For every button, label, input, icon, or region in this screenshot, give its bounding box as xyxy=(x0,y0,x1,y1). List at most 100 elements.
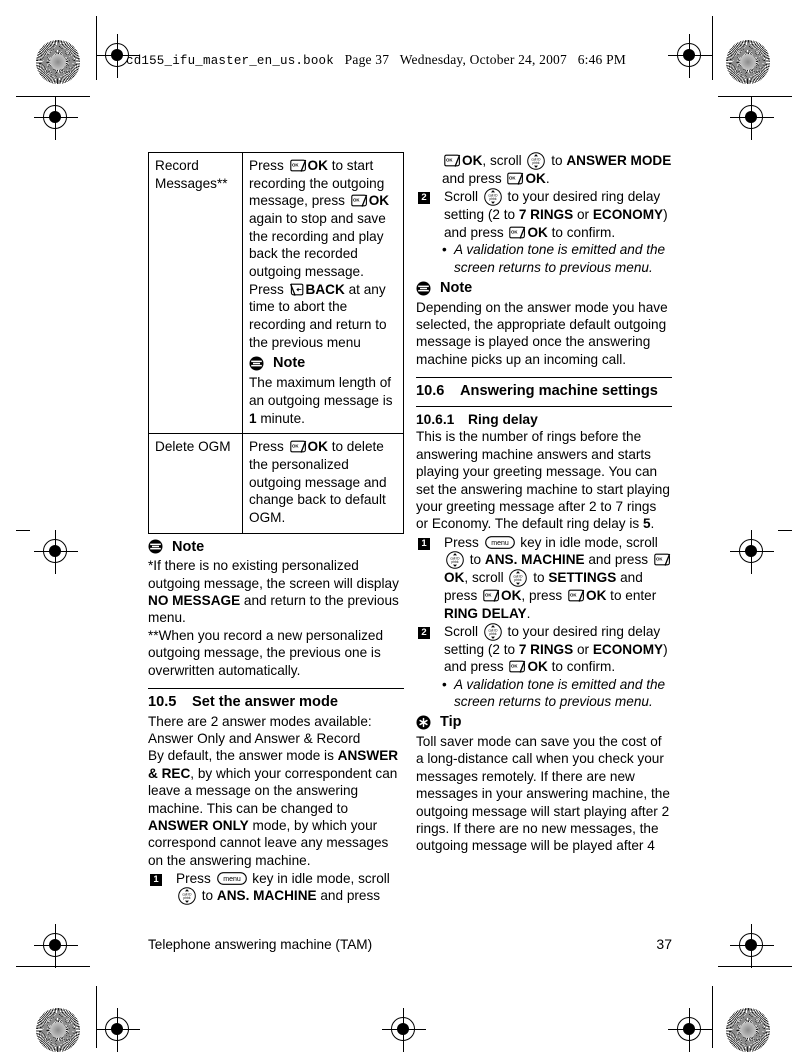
svg-text:OK: OK xyxy=(570,593,577,598)
note-value: 1 xyxy=(249,410,257,426)
bullet-marker: • xyxy=(442,676,447,692)
left-column: Record Messages** Press OK OK to start re… xyxy=(148,151,404,906)
back-soft-key-icon xyxy=(289,283,305,297)
step-text: to confirm. xyxy=(547,224,616,240)
tip-body: Toll saver mode can save you the cost of… xyxy=(416,734,670,854)
step-body: Scroll call ID phbk to your desired ring … xyxy=(444,188,672,241)
step-text: and press xyxy=(442,171,506,186)
display-value: ANS. MACHINE xyxy=(484,552,585,568)
bullet-marker: • xyxy=(442,242,447,258)
note-heading: Note xyxy=(148,538,404,557)
display-value: NO MESSAGE xyxy=(148,592,241,608)
ok-soft-key-icon: OK xyxy=(350,194,368,208)
bullet-text: A validation tone is emitted and the scr… xyxy=(454,676,666,710)
procedure-table: Record Messages** Press OK OK to start re… xyxy=(148,151,404,534)
ok-soft-key-icon: OK xyxy=(483,589,500,603)
body-text: . xyxy=(650,516,655,532)
display-value: 7 RINGS xyxy=(518,207,574,223)
svg-text:phbk: phbk xyxy=(489,198,497,202)
bullet-text: A validation tone is emitted and the scr… xyxy=(454,242,666,275)
note-text: The maximum length of an outgoing messag… xyxy=(249,375,393,408)
ok-label: OK xyxy=(307,158,328,173)
step-body: Press menu key in idle mode, scroll call… xyxy=(444,534,672,622)
default-value: 5 xyxy=(642,516,651,532)
svg-text:OK: OK xyxy=(511,664,518,669)
subsection-number: 10.6.1 xyxy=(416,411,455,427)
step-text: and press xyxy=(584,552,652,568)
subsection-heading-10-6-1: 10.6.1 Ring delay xyxy=(416,411,672,429)
svg-text:menu: menu xyxy=(223,876,241,883)
svg-text:OK: OK xyxy=(485,593,492,598)
ok-soft-key-icon: OK xyxy=(568,589,585,603)
note-heading: Note xyxy=(416,279,672,298)
step-body: Scroll call ID phbk to your desired ring … xyxy=(444,623,672,676)
step-text: and press xyxy=(316,888,381,904)
step-text: to xyxy=(198,888,217,904)
ok-soft-key-icon: OK xyxy=(289,440,307,454)
step-number: 2 xyxy=(418,192,430,205)
svg-text:OK: OK xyxy=(292,162,299,167)
scroll-navigation-key-icon: call ID phbk xyxy=(527,152,546,170)
step-text: Scroll xyxy=(444,189,482,205)
ok-label: OK xyxy=(462,153,483,168)
footer-page-number: 37 xyxy=(656,936,672,952)
svg-text:OK: OK xyxy=(511,229,518,234)
tip-icon xyxy=(416,715,431,730)
step-text: , press xyxy=(521,588,566,604)
section-heading-10-6: 10.6 Answering machine settings xyxy=(416,382,672,401)
footnote-double-asterisk: **When you record a new personalized out… xyxy=(148,627,384,678)
ok-label: OK xyxy=(368,193,390,209)
section-number: 10.6 xyxy=(416,383,445,400)
svg-text:menu: menu xyxy=(491,540,509,547)
ok-label: OK xyxy=(501,588,522,604)
note-icon xyxy=(249,356,264,371)
ok-soft-key-icon: OK xyxy=(509,660,526,674)
step-number: 2 xyxy=(418,626,430,639)
section-heading-10-5: 10.5 Set the answer mode xyxy=(148,693,404,712)
step-text: Press xyxy=(176,871,215,887)
svg-text:OK: OK xyxy=(509,175,516,180)
display-value: SETTINGS xyxy=(548,570,617,586)
section-title: Set the answer mode xyxy=(192,693,338,710)
body-line-3: By default, the answer mode is ANSWER & … xyxy=(148,747,404,869)
ring-delay-body: This is the number of rings before the a… xyxy=(416,428,672,532)
tip-label: Tip xyxy=(440,714,462,731)
scroll-navigation-key-icon: call ID phbk xyxy=(178,887,196,906)
svg-text:OK: OK xyxy=(353,198,360,203)
ok-soft-key-icon: OK xyxy=(289,159,307,173)
display-value: RING DELAY xyxy=(444,605,527,621)
step-text: or xyxy=(573,641,593,657)
step-text: , scroll xyxy=(482,153,526,168)
tip-heading: Tip xyxy=(416,713,672,732)
step-text: to enter xyxy=(606,588,657,604)
page-footer: Telephone answering machine (TAM) 37 xyxy=(148,936,672,952)
note-icon xyxy=(416,281,431,296)
step-body: Press menu key in idle mode, scroll call… xyxy=(176,870,404,906)
numbered-step: 1 Press menu key in idle mode, scroll ca… xyxy=(416,534,672,622)
ok-soft-key-icon: OK xyxy=(444,154,461,168)
note-label: Note xyxy=(273,355,306,372)
body-line-1: There are 2 answer modes available: xyxy=(148,713,372,729)
ok-label: OK xyxy=(527,224,548,240)
bullet-item: • A validation tone is emitted and the s… xyxy=(442,676,672,711)
scroll-navigation-key-icon: call ID phbk xyxy=(509,569,528,587)
svg-text:phbk: phbk xyxy=(451,560,459,564)
footnote-text: *If there is no existing personalized ou… xyxy=(148,558,399,591)
section-number: 10.5 xyxy=(148,693,177,710)
step-text: to xyxy=(529,570,549,586)
ok-label: OK xyxy=(307,439,328,455)
table-cell-description: Press OK OK to start recording the outgoi… xyxy=(242,151,404,435)
back-label: BACK xyxy=(305,281,345,297)
body-line-2: Answer Only and Answer & Record xyxy=(148,730,361,746)
step-text: , scroll xyxy=(464,570,508,586)
note-label: Note xyxy=(172,538,205,555)
step-text: key in idle mode, scroll xyxy=(516,534,658,550)
step-text: to xyxy=(547,153,567,168)
ok-soft-key-icon: OK xyxy=(509,226,526,240)
step-text: . xyxy=(526,605,531,621)
step-continuation: OK OK, scroll call ID phbk to ANSWER MODE … xyxy=(442,152,672,187)
svg-text:phbk: phbk xyxy=(183,897,191,901)
section-rule xyxy=(148,687,404,689)
subsection-rule xyxy=(416,405,672,407)
step-text: to confirm. xyxy=(547,659,616,675)
